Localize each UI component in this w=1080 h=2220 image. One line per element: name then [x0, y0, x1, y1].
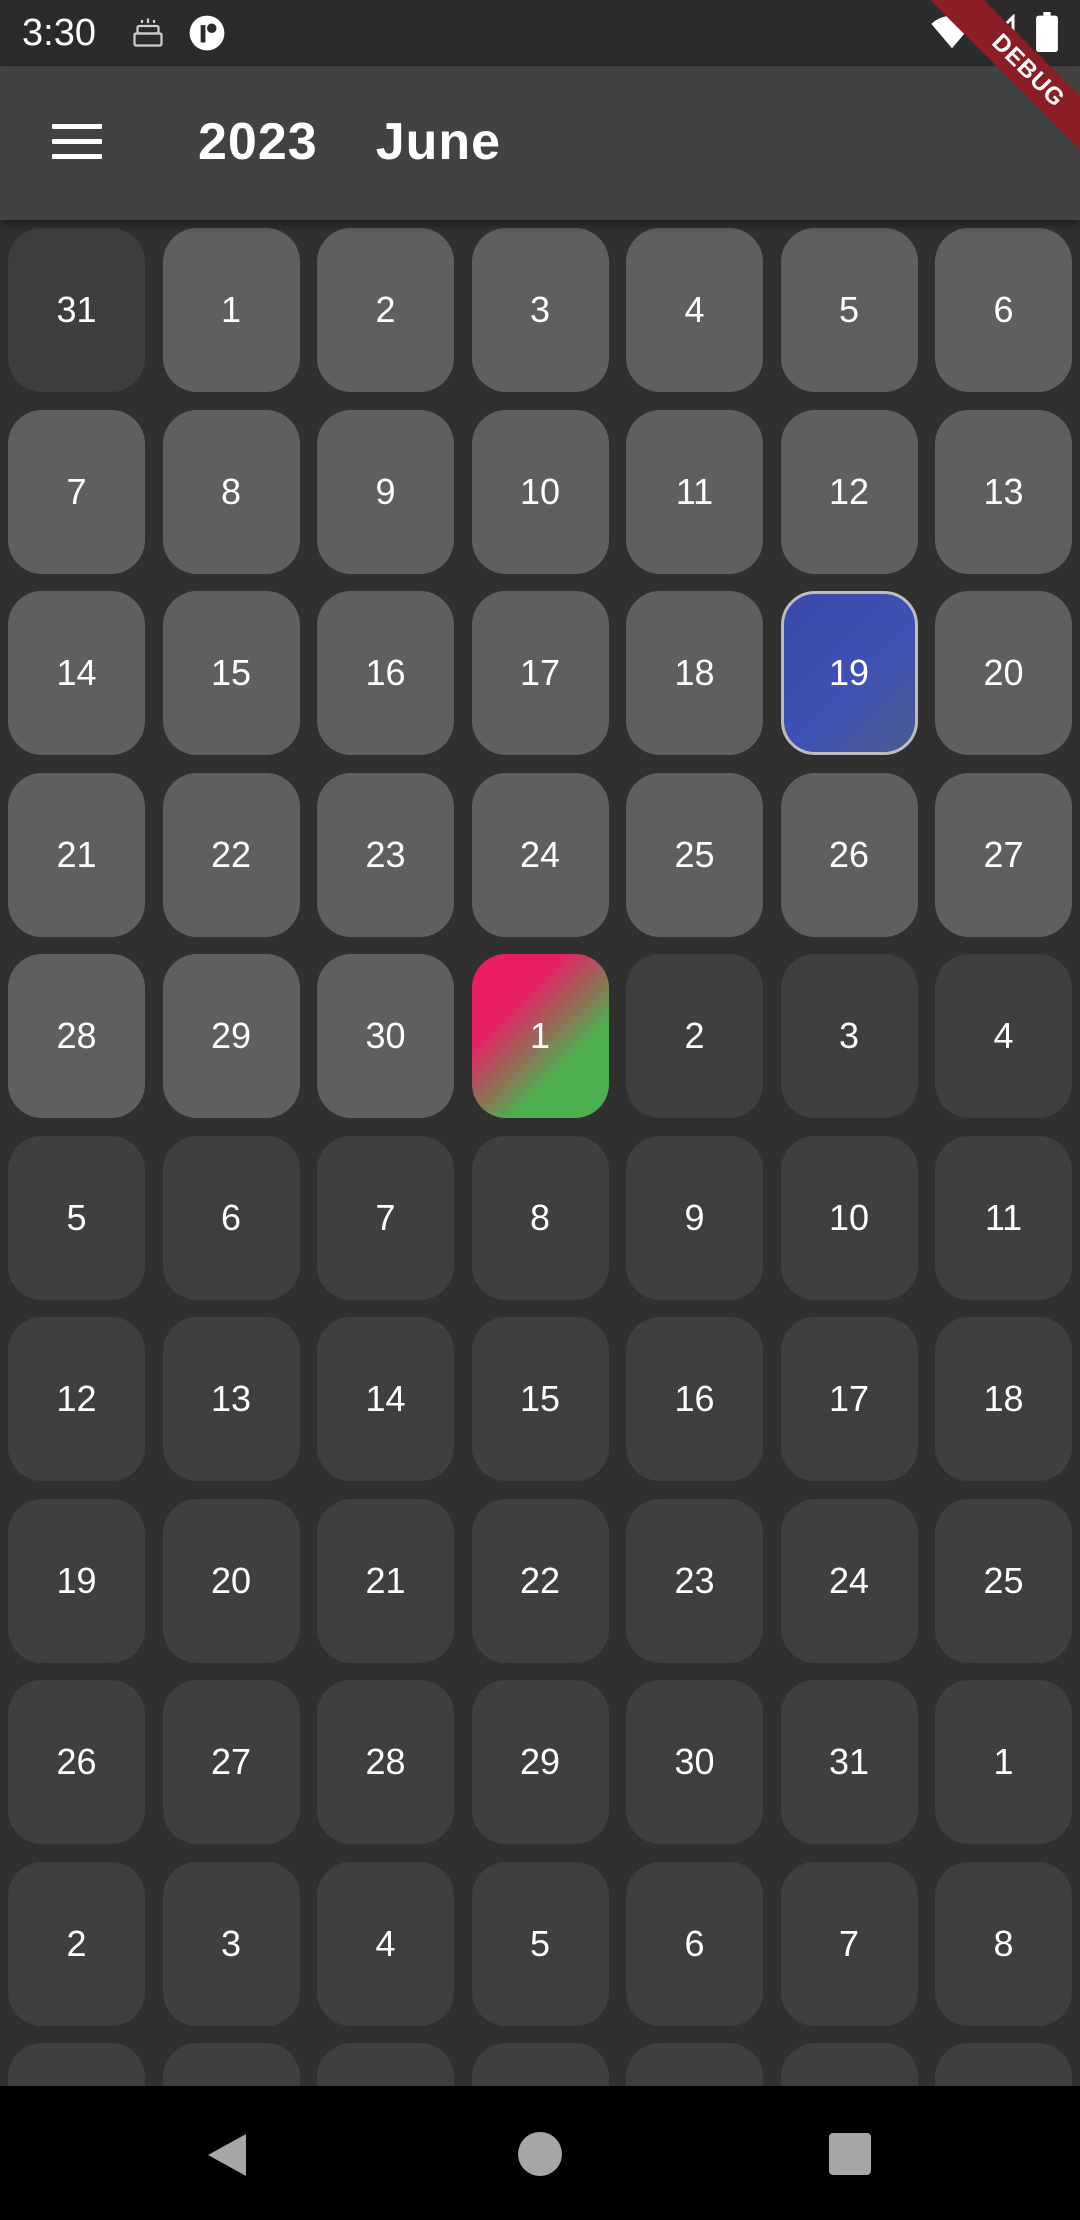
next-month-day[interactable]: 7: [780, 1861, 918, 2026]
current-month-day[interactable]: 7: [8, 409, 145, 574]
next-month-day[interactable]: 8: [935, 1861, 1072, 2026]
debug-banner: DEBUG: [910, 0, 1080, 170]
current-month-day[interactable]: 30: [317, 954, 454, 1118]
current-month-day[interactable]: 24: [471, 772, 609, 937]
next-month-day[interactable]: 4: [317, 1861, 454, 2026]
next-month-day[interactable]: 1: [935, 1680, 1072, 1844]
next-month-day[interactable]: 25: [935, 1498, 1072, 1663]
navigation-bar: [0, 2086, 1080, 2220]
selected-day[interactable]: 19: [780, 591, 918, 755]
back-icon[interactable]: [202, 2130, 252, 2180]
current-month-day[interactable]: 11: [626, 409, 763, 574]
next-month-day[interactable]: 27: [162, 1680, 300, 1844]
recents-icon[interactable]: [829, 2133, 871, 2175]
current-month-day[interactable]: 25: [626, 772, 763, 937]
next-month-day[interactable]: 31: [780, 1680, 918, 1844]
next-month-day[interactable]: 23: [626, 1498, 763, 1663]
current-month-day[interactable]: 6: [935, 228, 1072, 392]
current-month-day[interactable]: 15: [162, 591, 300, 755]
next-month-day[interactable]: 2: [8, 1861, 145, 2026]
next-month-day[interactable]: 13: [162, 1317, 300, 1481]
debug-label: DEBUG: [929, 0, 1080, 170]
current-month-day[interactable]: 8: [162, 409, 300, 574]
current-month-day[interactable]: 5: [780, 228, 918, 392]
current-month-day[interactable]: 1: [162, 228, 300, 392]
next-month-day[interactable]: 7: [317, 1135, 454, 1300]
next-month-day[interactable]: 22: [471, 1498, 609, 1663]
next-month-day[interactable]: 30: [626, 1680, 763, 1844]
month-label[interactable]: June: [376, 113, 501, 171]
current-month-day[interactable]: 29: [162, 954, 300, 1118]
current-month-day[interactable]: 20: [935, 591, 1072, 755]
next-month-day[interactable]: 6: [626, 1861, 763, 2026]
next-month-day[interactable]: 2: [626, 954, 763, 1118]
current-month-day[interactable]: 26: [780, 772, 918, 937]
next-month-day[interactable]: 10: [780, 1135, 918, 1300]
current-month-day[interactable]: 10: [471, 409, 609, 574]
current-month-day[interactable]: 18: [626, 591, 763, 755]
next-month-day[interactable]: 14: [317, 1317, 454, 1481]
next-month-day[interactable]: 15: [471, 1317, 609, 1481]
cake-icon: [133, 18, 163, 47]
page-title: 2023 June: [198, 110, 501, 174]
current-month-day[interactable]: 3: [471, 228, 609, 392]
next-month-day[interactable]: 3: [780, 954, 918, 1118]
next-month-day[interactable]: 17: [780, 1317, 918, 1481]
next-month-day[interactable]: 12: [8, 1317, 145, 1481]
current-month-day[interactable]: 4: [626, 228, 763, 392]
current-month-day[interactable]: 22: [162, 772, 300, 937]
current-month-day[interactable]: 12: [780, 409, 918, 574]
next-month-day[interactable]: [471, 2043, 609, 2086]
next-month-day[interactable]: 9: [626, 1135, 763, 1300]
home-icon[interactable]: [518, 2132, 562, 2176]
today-day[interactable]: 1: [471, 954, 609, 1118]
current-month-day[interactable]: 13: [935, 409, 1072, 574]
current-month-day[interactable]: 23: [317, 772, 454, 937]
hamburger-menu-icon[interactable]: [36, 114, 116, 174]
next-month-day[interactable]: 5: [471, 1861, 609, 2026]
next-month-day[interactable]: [935, 2043, 1072, 2086]
next-month-day[interactable]: 20: [162, 1498, 300, 1663]
next-month-day[interactable]: 16: [626, 1317, 763, 1481]
next-month-day[interactable]: 18: [935, 1317, 1072, 1481]
next-month-day[interactable]: 6: [162, 1135, 300, 1300]
next-month-day[interactable]: [780, 2043, 918, 2086]
current-month-day[interactable]: 27: [935, 772, 1072, 937]
next-month-day[interactable]: [8, 2043, 145, 2086]
next-month-day[interactable]: 28: [317, 1680, 454, 1844]
prev-month-day[interactable]: 31: [8, 228, 145, 392]
year-label[interactable]: 2023: [198, 113, 318, 171]
next-month-day[interactable]: 11: [935, 1135, 1072, 1300]
current-month-day[interactable]: 16: [317, 591, 454, 755]
current-month-day[interactable]: 9: [317, 409, 454, 574]
next-month-day[interactable]: [626, 2043, 763, 2086]
current-month-day[interactable]: 2: [317, 228, 454, 392]
current-month-day[interactable]: 21: [8, 772, 145, 937]
current-month-day[interactable]: 17: [471, 591, 609, 755]
next-month-day[interactable]: [317, 2043, 454, 2086]
next-month-day[interactable]: 4: [935, 954, 1072, 1118]
next-month-day[interactable]: 26: [8, 1680, 145, 1844]
next-month-day[interactable]: 8: [471, 1135, 609, 1300]
next-month-day[interactable]: 5: [8, 1135, 145, 1300]
next-month-day[interactable]: 29: [471, 1680, 609, 1844]
next-month-day[interactable]: 21: [317, 1498, 454, 1663]
next-month-day[interactable]: 3: [162, 1861, 300, 2026]
current-month-day[interactable]: 14: [8, 591, 145, 755]
next-month-day[interactable]: 19: [8, 1498, 145, 1663]
current-month-day[interactable]: 28: [8, 954, 145, 1118]
next-month-day[interactable]: 24: [780, 1498, 918, 1663]
status-time: 3:30: [22, 12, 96, 54]
calendar-grid: 31 1 2 3 4 5 6 7 8 9 10 11 12 13 14 15 16 17 18 19 20 21 22 23 2…: [8, 228, 1072, 2086]
app-notification-icon: [189, 15, 225, 51]
next-month-day[interactable]: [162, 2043, 300, 2086]
